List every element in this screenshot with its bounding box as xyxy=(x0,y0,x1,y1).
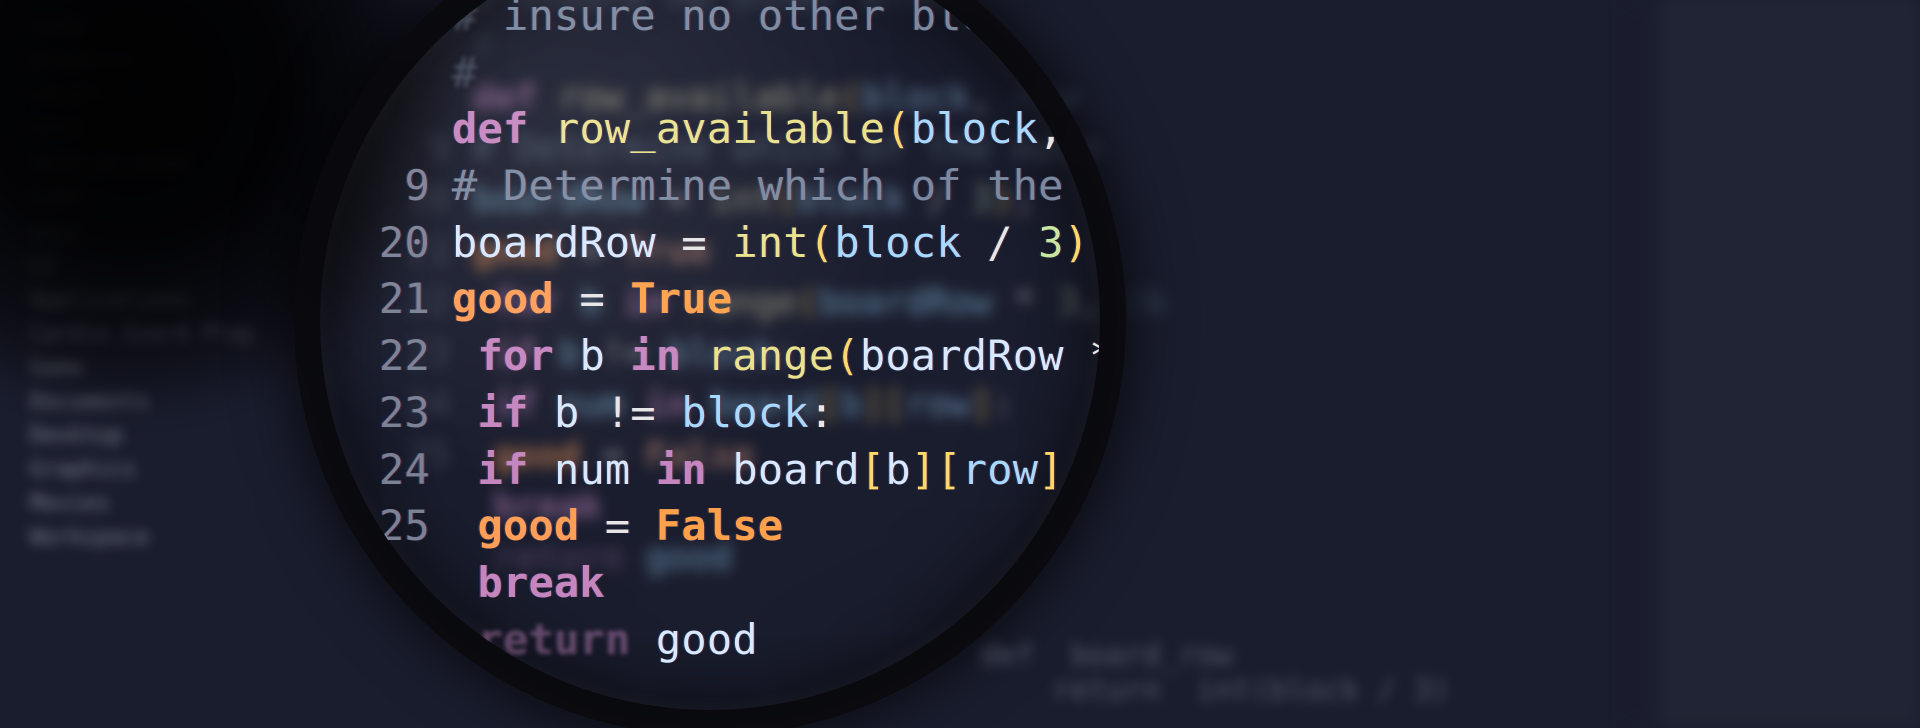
code-line: 25 good = False xyxy=(360,498,1100,555)
token: , xyxy=(1038,104,1089,153)
token: block xyxy=(681,388,808,437)
code-line: 20 boardRow = int(block / 3); xyxy=(360,215,1100,272)
token: 3 xyxy=(1038,218,1064,267)
token: in xyxy=(630,445,732,494)
token: ) xyxy=(1064,218,1090,267)
token: good xyxy=(452,274,554,323)
token: good xyxy=(452,501,579,550)
token: row_available xyxy=(554,104,885,153)
token: = xyxy=(656,218,732,267)
token: if xyxy=(452,388,554,437)
line-number: 23 xyxy=(360,385,430,442)
code-line: def row_available(block, row xyxy=(360,101,1100,158)
token: # xyxy=(452,48,478,97)
token: row xyxy=(1089,104,1100,153)
token: # xyxy=(452,0,503,40)
code-line: break xyxy=(360,555,1100,612)
line-number: 9 xyxy=(360,158,430,215)
token: b xyxy=(579,331,605,380)
line-number: 25 xyxy=(360,498,430,555)
token: insure no other block xyxy=(503,0,1038,40)
token: boardRow xyxy=(860,331,1064,380)
token: (b xyxy=(1122,282,1165,323)
token: ] xyxy=(1038,445,1064,494)
line-number: 24 xyxy=(360,442,430,499)
minimap-blur xyxy=(1660,0,1920,728)
token: int xyxy=(732,218,808,267)
token: return xyxy=(452,615,656,664)
token: b xyxy=(554,388,580,437)
code-magnified: # insure no other block#def row_availabl… xyxy=(360,0,1100,668)
token: : xyxy=(809,388,835,437)
token: row xyxy=(962,445,1038,494)
token: break xyxy=(452,558,605,607)
line-number: 20 xyxy=(360,215,430,272)
token: block xyxy=(834,218,961,267)
magnifying-lens: # insure no other block#def row_availabl… xyxy=(320,0,1100,710)
line-number: 21 xyxy=(360,271,430,328)
token: / xyxy=(962,218,1038,267)
token: for xyxy=(452,331,579,380)
token: ][ xyxy=(911,445,962,494)
token: ; xyxy=(1089,218,1100,267)
file-tree-blur: code graphics vm.dll init main_gs_page C… xyxy=(0,0,200,728)
token: = xyxy=(554,274,630,323)
code-line: # insure no other block xyxy=(360,0,1100,45)
token: True xyxy=(630,274,732,323)
token: = xyxy=(579,501,655,550)
code-line: # xyxy=(360,45,1100,102)
code-line: 23 if b != block: xyxy=(360,385,1100,442)
code-line: 21 good = True xyxy=(360,271,1100,328)
code-line: 9 # Determine which of the main xyxy=(360,158,1100,215)
token: good xyxy=(656,615,758,664)
token: [ xyxy=(860,445,886,494)
token: def xyxy=(452,104,554,153)
token: ( xyxy=(809,218,835,267)
token: boardRow xyxy=(452,218,656,267)
code-line: 24 if num in board[b][row]: xyxy=(360,442,1100,499)
token: num xyxy=(554,445,630,494)
code-line: 22 for b in range(boardRow * 3, (b xyxy=(360,328,1100,385)
token: b xyxy=(885,445,911,494)
token: board xyxy=(732,445,859,494)
token: if xyxy=(452,445,554,494)
token: # Determine which of the main xyxy=(452,161,1100,210)
token: * xyxy=(1064,331,1100,380)
token: : xyxy=(1064,445,1090,494)
token: range xyxy=(707,331,834,380)
token: ( xyxy=(834,331,860,380)
token: block xyxy=(911,104,1038,153)
token: in xyxy=(605,331,707,380)
token: != xyxy=(579,388,681,437)
token: ( xyxy=(885,104,911,153)
line-number: 22 xyxy=(360,328,430,385)
hint-text-blur: def board_row return int(block / 3) xyxy=(980,638,1450,708)
token: False xyxy=(656,501,783,550)
